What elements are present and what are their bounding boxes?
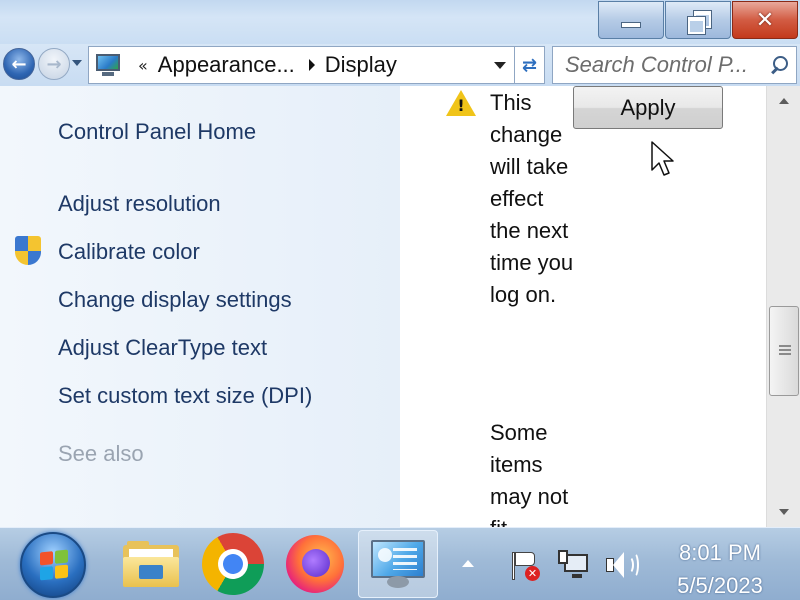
minimize-icon xyxy=(621,22,641,28)
taskbar-explorer-button[interactable] xyxy=(112,530,190,598)
show-hidden-icons-icon[interactable] xyxy=(462,560,474,567)
start-button[interactable] xyxy=(20,532,86,598)
title-bar: ✕ xyxy=(0,0,800,44)
scroll-up-icon[interactable] xyxy=(779,98,789,104)
scroll-thumb[interactable] xyxy=(769,306,799,396)
taskbar: ✕ 8:01 PM 5/5/2023 xyxy=(0,521,800,600)
clock-time: 8:01 PM xyxy=(679,540,761,565)
scroll-grip-icon xyxy=(779,345,791,355)
see-also-heading: See also xyxy=(58,441,144,466)
display-settings-icon xyxy=(369,538,427,590)
close-button[interactable]: ✕ xyxy=(732,1,798,39)
breadcrumb-separator-icon[interactable] xyxy=(308,59,315,71)
adjust-resolution-link[interactable]: Adjust resolution xyxy=(58,191,221,217)
breadcrumb-overflow[interactable]: « xyxy=(138,56,148,75)
system-clock[interactable]: 8:01 PM 5/5/2023 xyxy=(660,536,780,600)
firefox-icon xyxy=(286,535,344,593)
refresh-button[interactable]: ⇄ xyxy=(515,46,545,84)
taskbar-firefox-button[interactable] xyxy=(276,530,354,598)
items-fit-text: Some items may not fit xyxy=(490,420,569,527)
search-input[interactable] xyxy=(565,52,770,78)
apply-button[interactable]: Apply xyxy=(573,86,723,129)
volume-icon[interactable] xyxy=(604,550,640,582)
breadcrumb-display[interactable]: Display xyxy=(325,52,397,78)
custom-text-size-link[interactable]: Set custom text size (DPI) xyxy=(58,383,312,409)
control-panel-home-link[interactable]: Control Panel Home xyxy=(58,119,256,145)
restore-icon xyxy=(687,11,711,34)
logoff-warning-text: This change will take effect the next ti… xyxy=(490,90,574,307)
left-task-pane: Control Panel Home Adjust resolution Cal… xyxy=(0,86,400,527)
mouse-cursor-icon xyxy=(651,141,674,176)
vertical-scrollbar[interactable] xyxy=(766,86,800,527)
navigation-bar: ← → « Appearance... Display ⇄ xyxy=(0,44,800,86)
taskbar-chrome-button[interactable] xyxy=(190,521,276,600)
forward-button[interactable]: → xyxy=(38,48,70,80)
recent-pages-dropdown[interactable] xyxy=(72,60,82,66)
folder-icon xyxy=(123,541,179,587)
address-bar[interactable]: « Appearance... Display xyxy=(88,46,515,84)
uac-shield-icon xyxy=(15,236,41,266)
refresh-icon: ⇄ xyxy=(521,54,538,76)
address-dropdown-icon[interactable] xyxy=(494,62,506,69)
control-panel-icon xyxy=(94,53,122,77)
back-button[interactable]: ← xyxy=(3,48,35,80)
breadcrumb-appearance[interactable]: Appearance... xyxy=(158,52,295,78)
main-content: ! This change will take effect the next … xyxy=(400,86,766,527)
taskbar-display-button[interactable] xyxy=(358,530,438,598)
forward-arrow-icon: → xyxy=(46,53,62,75)
action-center-icon[interactable]: ✕ xyxy=(508,550,542,584)
back-arrow-icon: ← xyxy=(11,53,27,75)
clock-date: 5/5/2023 xyxy=(677,573,763,598)
close-icon: ✕ xyxy=(755,7,775,33)
change-display-settings-link[interactable]: Change display settings xyxy=(58,287,292,313)
adjust-cleartype-link[interactable]: Adjust ClearType text xyxy=(58,335,267,361)
scroll-down-icon[interactable] xyxy=(779,509,789,515)
restore-button[interactable] xyxy=(665,1,731,39)
network-icon[interactable] xyxy=(556,550,590,582)
minimize-button[interactable] xyxy=(598,1,664,39)
warning-icon: ! xyxy=(446,90,476,116)
calibrate-color-link[interactable]: Calibrate color xyxy=(58,239,200,265)
search-icon[interactable] xyxy=(770,56,788,74)
chrome-icon xyxy=(190,521,276,600)
search-box[interactable] xyxy=(552,46,797,84)
windows-logo-icon xyxy=(40,549,68,581)
